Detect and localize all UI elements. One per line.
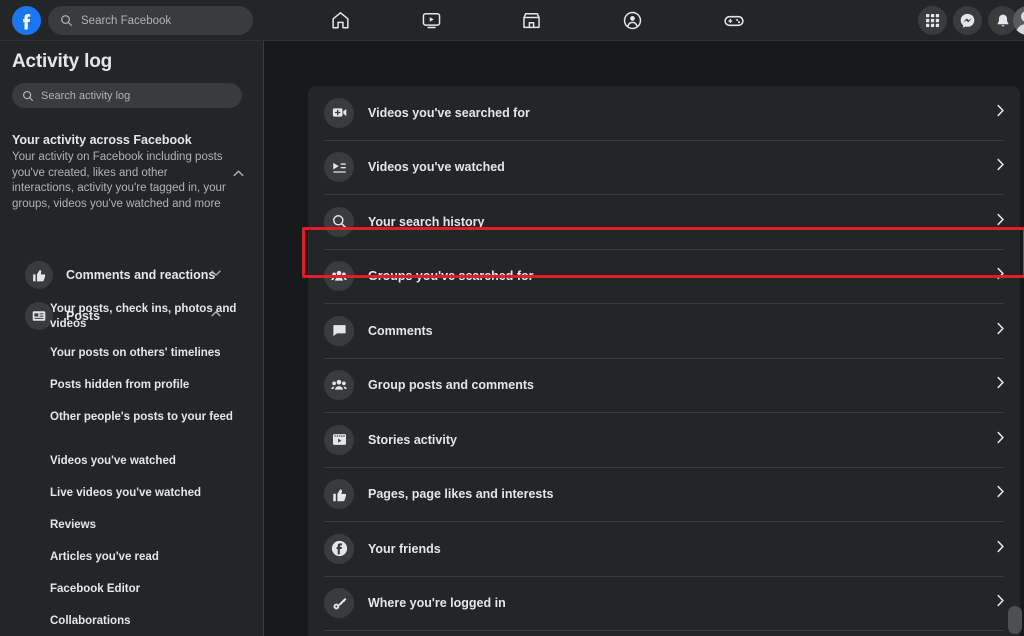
activity-row-your-friends[interactable]: Your friends bbox=[308, 522, 1020, 576]
page-title: Activity log bbox=[12, 51, 113, 72]
video-icon[interactable] bbox=[403, 0, 459, 41]
sidebar-item-your-posts-check-ins[interactable]: Your posts, check ins, photos and videos bbox=[50, 302, 250, 332]
activity-row-label: Group posts and comments bbox=[368, 378, 534, 393]
chevron-right-icon[interactable] bbox=[993, 266, 1008, 286]
video-camera-plus-icon bbox=[324, 97, 354, 128]
activity-row-label: Your friends bbox=[368, 541, 441, 556]
groups-icon bbox=[324, 261, 354, 292]
chevron-right-icon[interactable] bbox=[993, 321, 1008, 341]
marketplace-icon[interactable] bbox=[503, 0, 559, 41]
menu-grid-icon[interactable] bbox=[918, 6, 947, 35]
sidebar-item-posts-hidden-from-profile[interactable]: Posts hidden from profile bbox=[50, 378, 250, 393]
activity-row-label: Where you're logged in bbox=[368, 596, 506, 611]
facebook-logo[interactable] bbox=[12, 6, 41, 35]
activity-row-your-search-history[interactable]: Your search history bbox=[308, 195, 1020, 249]
search-icon bbox=[324, 206, 354, 237]
video-playlist-icon bbox=[324, 152, 354, 183]
activity-row-comments[interactable]: Comments bbox=[308, 304, 1020, 358]
activity-row-partial-next[interactable] bbox=[308, 631, 1020, 636]
activity-section-description: Your activity on Facebook including post… bbox=[12, 151, 226, 210]
chevron-right-icon[interactable] bbox=[993, 539, 1008, 559]
main-content-area: Videos you've searched for Videos you've… bbox=[264, 41, 1024, 636]
activity-category-list: Videos you've searched for Videos you've… bbox=[308, 86, 1020, 636]
sidebar-item-collaborations[interactable]: Collaborations bbox=[50, 614, 250, 629]
chevron-right-icon[interactable] bbox=[993, 484, 1008, 504]
chevron-right-icon[interactable] bbox=[993, 157, 1008, 177]
top-navigation-bar: Search Facebook bbox=[0, 0, 1024, 41]
sidebar-item-other-peoples-posts[interactable]: Other people's posts to your feed bbox=[50, 410, 250, 425]
activity-row-pages-likes-interests[interactable]: Pages, page likes and interests bbox=[308, 468, 1020, 522]
activity-row-groups-searched-for[interactable]: Groups you've searched for bbox=[308, 250, 1020, 304]
search-input[interactable]: Search Facebook bbox=[48, 6, 253, 35]
search-placeholder: Search Facebook bbox=[81, 14, 172, 27]
activity-row-group-posts-and-comments[interactable]: Group posts and comments bbox=[308, 359, 1020, 413]
messenger-icon[interactable] bbox=[953, 6, 982, 35]
activity-log-search-placeholder: Search activity log bbox=[41, 89, 131, 102]
activity-row-videos-searched-for[interactable]: Videos you've searched for bbox=[308, 86, 1020, 140]
sidebar-item-posts-on-others-timelines[interactable]: Your posts on others' timelines bbox=[50, 346, 250, 361]
search-icon bbox=[61, 15, 72, 26]
chevron-up-icon[interactable] bbox=[231, 166, 246, 186]
chevron-right-icon[interactable] bbox=[993, 103, 1008, 123]
account-avatar[interactable] bbox=[1013, 6, 1024, 35]
sidebar-group-comments-and-reactions[interactable]: Comments and reactions bbox=[25, 256, 255, 294]
key-icon bbox=[324, 588, 354, 619]
search-icon bbox=[22, 90, 34, 101]
activity-row-label: Groups you've searched for bbox=[368, 269, 534, 284]
sidebar-group-label: Comments and reactions bbox=[66, 268, 216, 282]
sidebar-item-facebook-editor[interactable]: Facebook Editor bbox=[50, 582, 250, 597]
chevron-down-icon[interactable] bbox=[209, 266, 223, 285]
activity-row-videos-watched[interactable]: Videos you've watched bbox=[308, 141, 1020, 195]
activity-row-label: Pages, page likes and interests bbox=[368, 487, 554, 502]
activity-row-label: Your search history bbox=[368, 214, 485, 229]
avatar-body bbox=[1016, 24, 1024, 35]
stories-icon bbox=[324, 424, 354, 455]
activity-row-label: Videos you've searched for bbox=[368, 105, 530, 120]
groups-icon[interactable] bbox=[604, 0, 660, 41]
vertical-scrollbar-thumb[interactable] bbox=[1008, 606, 1022, 634]
activity-section-heading: Your activity across Facebook bbox=[12, 133, 192, 147]
sidebar-item-videos-youve-watched[interactable]: Videos you've watched bbox=[50, 454, 250, 469]
activity-row-where-youre-logged-in[interactable]: Where you're logged in bbox=[308, 577, 1020, 631]
activity-row-label: Stories activity bbox=[368, 432, 457, 447]
thumbs-up-icon bbox=[324, 479, 354, 510]
gaming-icon[interactable] bbox=[706, 0, 762, 41]
thumbs-up-icon bbox=[25, 261, 53, 289]
home-icon[interactable] bbox=[312, 0, 368, 41]
comment-bubble-icon bbox=[324, 315, 354, 346]
chevron-right-icon[interactable] bbox=[993, 212, 1008, 232]
sidebar-item-reviews[interactable]: Reviews bbox=[50, 518, 250, 533]
activity-row-label: Comments bbox=[368, 323, 433, 338]
sidebar-item-live-videos-youve-watched[interactable]: Live videos you've watched bbox=[50, 486, 250, 501]
sidebar-item-articles-youve-read[interactable]: Articles you've read bbox=[50, 550, 250, 565]
activity-row-stories-activity[interactable]: Stories activity bbox=[308, 413, 1020, 467]
groups-icon bbox=[324, 370, 354, 401]
activity-log-sidebar: Activity log Search activity log Your ac… bbox=[0, 41, 264, 636]
activity-log-search-input[interactable]: Search activity log bbox=[12, 83, 242, 108]
chevron-right-icon[interactable] bbox=[993, 593, 1008, 613]
facebook-circle-icon bbox=[324, 533, 354, 564]
posts-icon bbox=[25, 302, 53, 330]
chevron-right-icon[interactable] bbox=[993, 375, 1008, 395]
activity-row-label: Videos you've watched bbox=[368, 160, 505, 175]
chevron-right-icon[interactable] bbox=[993, 430, 1008, 450]
activity-section-header: Your activity across Facebook Your activ… bbox=[12, 133, 252, 212]
